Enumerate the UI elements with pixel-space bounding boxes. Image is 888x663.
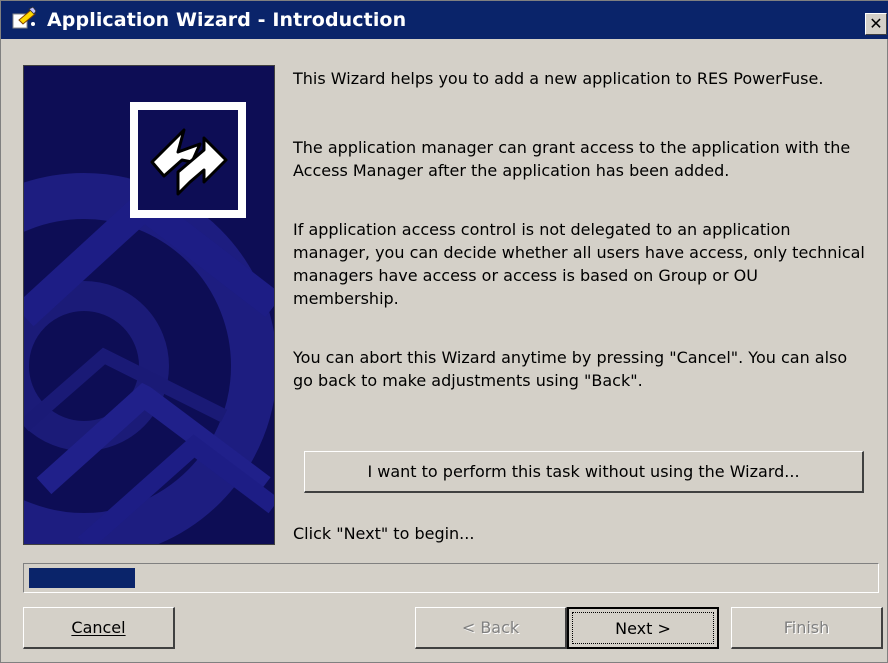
back-button[interactable]: < Back <box>415 607 567 649</box>
progress-fill <box>29 568 135 588</box>
title-bar[interactable]: Application Wizard - Introduction ✕ <box>1 1 888 39</box>
perform-without-wizard-button[interactable]: I want to perform this task without usin… <box>304 451 864 493</box>
intro-paragraph-2: The application manager can grant access… <box>293 138 851 180</box>
cancel-button[interactable]: Cancel <box>23 607 175 649</box>
finish-button[interactable]: Finish <box>731 607 883 649</box>
wizard-icon <box>12 6 37 29</box>
back-button-label: < Back <box>461 618 520 637</box>
intro-paragraph-3: If application access control is not del… <box>293 220 865 308</box>
intro-paragraph-4: You can abort this Wizard anytime by pre… <box>293 348 848 390</box>
progress-bar <box>23 563 879 593</box>
cancel-button-label: Cancel <box>71 618 126 637</box>
finish-button-label: Finish <box>783 618 830 637</box>
close-button[interactable]: ✕ <box>865 13 887 35</box>
application-wizard-window: Application Wizard - Introduction ✕ This… <box>0 0 888 663</box>
window-title: Application Wizard - Introduction <box>47 9 407 31</box>
intro-paragraph-1: This Wizard helps you to add a new appli… <box>293 69 824 88</box>
arrows-logo-icon <box>130 102 246 218</box>
close-icon: ✕ <box>869 14 883 33</box>
next-button[interactable]: Next > <box>567 607 719 649</box>
wizard-banner-image <box>23 65 275 545</box>
next-button-label: Next > <box>615 618 671 638</box>
begin-hint: Click "Next" to begin... <box>293 524 475 543</box>
